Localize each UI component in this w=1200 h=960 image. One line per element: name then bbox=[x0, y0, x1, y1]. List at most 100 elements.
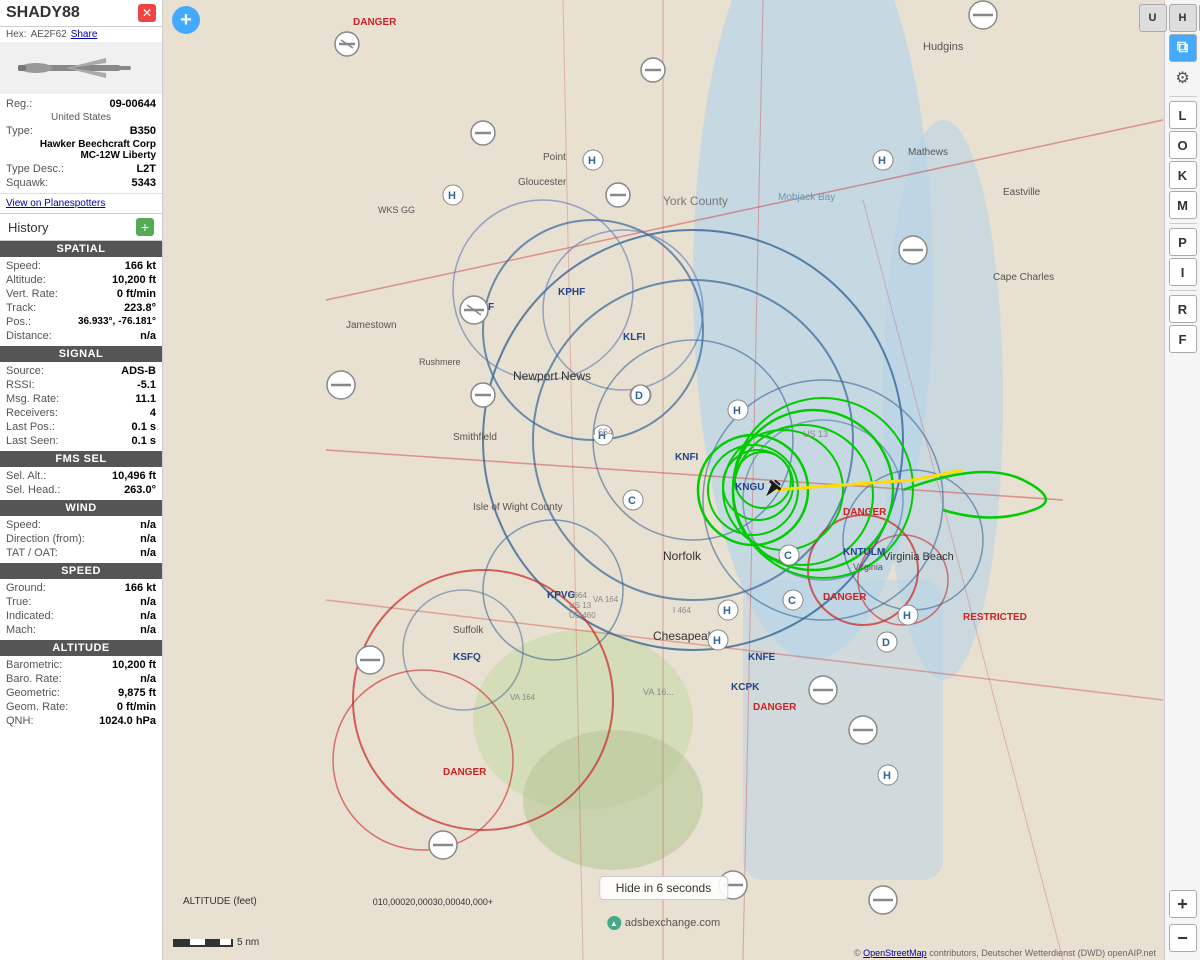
i-button[interactable]: I bbox=[1169, 258, 1197, 286]
svg-text:C: C bbox=[628, 495, 636, 507]
left-scroll-area: SPATIAL Speed:166 kt Altitude:10,200 ft … bbox=[0, 241, 162, 960]
spatial-section: SPATIAL Speed:166 kt Altitude:10,200 ft … bbox=[0, 241, 162, 345]
add-button[interactable]: + bbox=[172, 6, 200, 34]
qnh-label: QNH: bbox=[6, 715, 34, 727]
alt-tick-20k: 20,000 bbox=[405, 897, 433, 907]
svg-text:Gloucester: Gloucester bbox=[518, 177, 567, 188]
wind-header: WIND bbox=[0, 500, 162, 516]
svg-text:Point: Point bbox=[543, 152, 566, 163]
p-button[interactable]: P bbox=[1169, 228, 1197, 256]
fms-section: FMS SEL Sel. Alt.:10,496 ft Sel. Head.:2… bbox=[0, 451, 162, 499]
map-container[interactable]: DANGER DANGER DANGER DANGER RESTRICTED D… bbox=[163, 0, 1164, 960]
type-desc-value: L2T bbox=[136, 163, 156, 175]
rssi-label: RSSI: bbox=[6, 379, 35, 391]
m-button[interactable]: M bbox=[1169, 191, 1197, 219]
mach-label: Mach: bbox=[6, 624, 36, 636]
watermark-text: adsbexchange.com bbox=[625, 917, 720, 929]
toolbar-separator-3 bbox=[1169, 290, 1197, 291]
svg-text:H: H bbox=[883, 770, 891, 782]
aircraft-callsign: SHADY88 bbox=[6, 4, 80, 22]
u-button[interactable]: U bbox=[1139, 4, 1167, 32]
manufacturer-value: Hawker Beechcraft Corp bbox=[6, 139, 156, 150]
svg-text:KPHF: KPHF bbox=[558, 287, 585, 298]
svg-text:D: D bbox=[882, 637, 890, 649]
attribution-rest: contributors, Deutscher Wetterdienst (DW… bbox=[929, 948, 1156, 958]
svg-text:H: H bbox=[723, 605, 731, 617]
speed-label: Speed: bbox=[6, 260, 41, 272]
svg-text:WKS GG: WKS GG bbox=[378, 205, 415, 215]
last-pos-value: 0.1 s bbox=[132, 421, 156, 433]
attribution-text: © bbox=[854, 948, 863, 958]
wind-dir-label: Direction (from): bbox=[6, 533, 85, 545]
alt-tick-10k: 10,000 bbox=[378, 897, 406, 907]
f-button[interactable]: F bbox=[1169, 325, 1197, 353]
hide-banner[interactable]: Hide in 6 seconds bbox=[599, 876, 728, 900]
svg-text:Norfolk: Norfolk bbox=[663, 549, 702, 563]
zoom-out-button[interactable]: − bbox=[1169, 924, 1197, 952]
svg-text:Eastville: Eastville bbox=[1003, 187, 1041, 198]
fms-header: FMS SEL bbox=[0, 451, 162, 467]
k-button[interactable]: K bbox=[1169, 161, 1197, 189]
zoom-in-button[interactable]: + bbox=[1169, 890, 1197, 918]
receivers-value: 4 bbox=[150, 407, 156, 419]
svg-text:US 13: US 13 bbox=[569, 601, 592, 610]
sel-head-value: 263.0° bbox=[124, 484, 156, 496]
sel-alt-label: Sel. Alt.: bbox=[6, 470, 46, 482]
last-pos-label: Last Pos.: bbox=[6, 421, 55, 433]
geo-label: Geometric: bbox=[6, 687, 60, 699]
baro-rate-label: Baro. Rate: bbox=[6, 673, 62, 685]
baro-value: 10,200 ft bbox=[112, 659, 156, 671]
share-link[interactable]: Share bbox=[71, 29, 98, 40]
model-value: MC-12W Liberty bbox=[6, 150, 156, 161]
svg-text:Rushmere: Rushmere bbox=[419, 357, 461, 367]
svg-text:H: H bbox=[733, 405, 741, 417]
view-planespotters-link[interactable]: View on Planespotters bbox=[6, 198, 105, 209]
speed-header: SPEED bbox=[0, 563, 162, 579]
o-button[interactable]: O bbox=[1169, 131, 1197, 159]
settings-button[interactable]: ⚙ bbox=[1169, 64, 1197, 92]
toolbar-separator-2 bbox=[1169, 223, 1197, 224]
svg-text:Suffolk: Suffolk bbox=[453, 625, 484, 636]
sel-head-label: Sel. Head.: bbox=[6, 484, 60, 496]
spatial-header: SPATIAL bbox=[0, 241, 162, 257]
svg-text:KNFI: KNFI bbox=[675, 452, 699, 463]
pos-value: 36.933°, -76.181° bbox=[78, 316, 156, 328]
layers-button[interactable]: ⧉ bbox=[1169, 34, 1197, 62]
squawk-label: Squawk: bbox=[6, 177, 48, 189]
close-button[interactable]: ✕ bbox=[138, 4, 156, 22]
vert-rate-label: Vert. Rate: bbox=[6, 288, 58, 300]
track-value: 223.8° bbox=[124, 302, 156, 314]
wind-section: WIND Speed:n/a Direction (from):n/a TAT … bbox=[0, 500, 162, 562]
last-seen-value: 0.1 s bbox=[132, 435, 156, 447]
svg-text:DANGER: DANGER bbox=[823, 592, 867, 603]
left-panel: SHADY88 ✕ Hex: AE2F62 Share Reg.: 09-006… bbox=[0, 0, 163, 960]
watermark-icon: ▲ bbox=[607, 916, 621, 930]
svg-text:DANGER: DANGER bbox=[753, 702, 797, 713]
svg-text:D: D bbox=[635, 390, 643, 402]
history-bar: History + bbox=[0, 213, 162, 241]
baro-rate-value: n/a bbox=[140, 673, 156, 685]
svg-text:H: H bbox=[903, 610, 911, 622]
openstreetmap-link[interactable]: OpenStreetMap bbox=[863, 948, 927, 958]
plane-image bbox=[0, 42, 162, 94]
hex-row: Hex: AE2F62 Share bbox=[0, 27, 162, 42]
history-add-button[interactable]: + bbox=[136, 218, 154, 236]
svg-text:RESTRICTED: RESTRICTED bbox=[963, 612, 1027, 623]
distance-label: Distance: bbox=[6, 330, 52, 342]
svg-text:VA 16...: VA 16... bbox=[643, 687, 674, 697]
svg-text:KSFQ: KSFQ bbox=[453, 652, 481, 663]
svg-text:VA 164: VA 164 bbox=[593, 595, 619, 604]
map-svg-overlay: DANGER DANGER DANGER DANGER RESTRICTED D… bbox=[163, 0, 1164, 960]
svg-text:C: C bbox=[788, 595, 796, 607]
svg-text:VA 164: VA 164 bbox=[510, 693, 536, 702]
wind-dir-value: n/a bbox=[140, 533, 156, 545]
true-value: n/a bbox=[140, 596, 156, 608]
type-label: Type: bbox=[6, 125, 33, 137]
l-button[interactable]: L bbox=[1169, 101, 1197, 129]
msg-rate-label: Msg. Rate: bbox=[6, 393, 59, 405]
hex-value: AE2F62 bbox=[31, 29, 67, 40]
aircraft-info: Reg.: 09-00644 United States Type: B350 … bbox=[0, 94, 162, 194]
r-button[interactable]: R bbox=[1169, 295, 1197, 323]
h-button[interactable]: H bbox=[1169, 4, 1197, 32]
alt-bar-label: ALTITUDE (feet) bbox=[183, 896, 257, 907]
